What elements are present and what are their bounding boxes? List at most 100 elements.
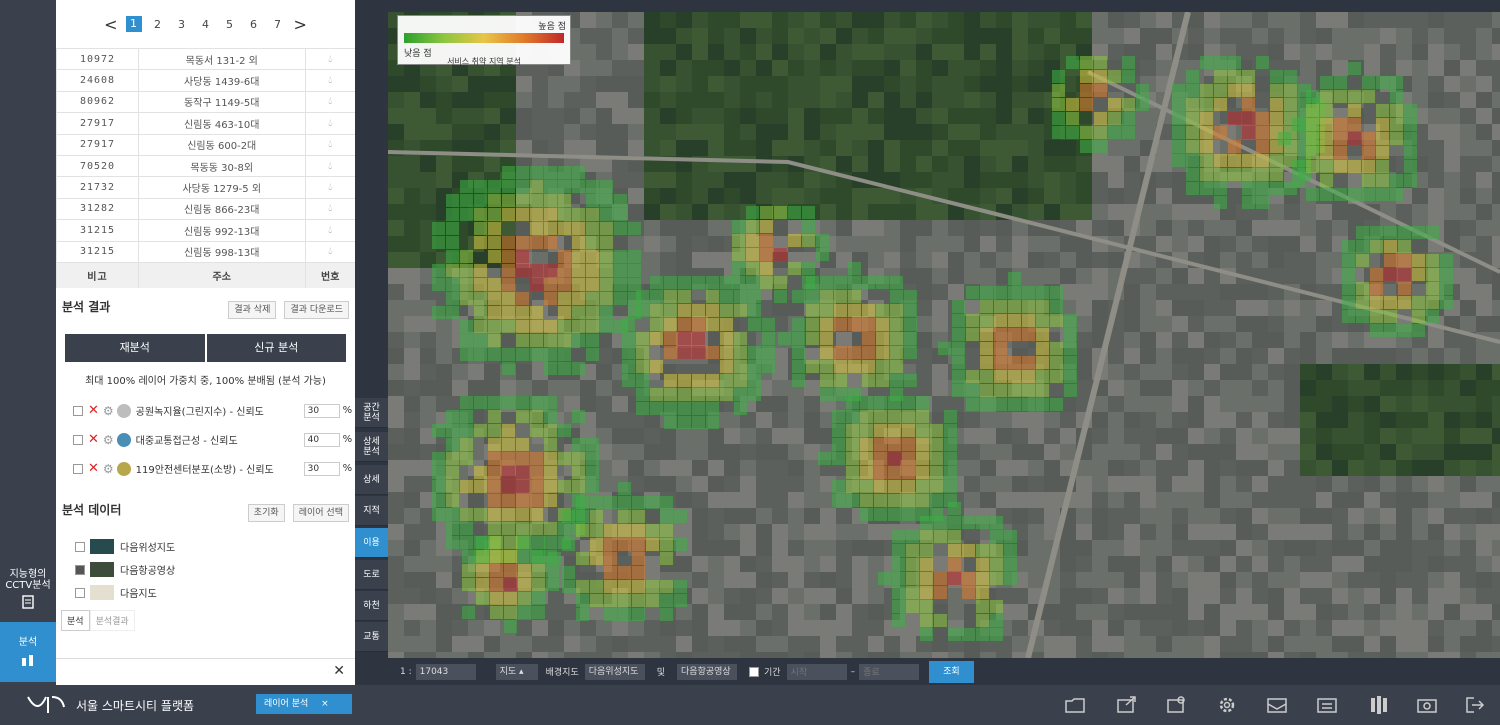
status-tab-close-icon[interactable]: × xyxy=(321,699,329,709)
image-export-icon[interactable] xyxy=(1166,695,1188,715)
map-layer-icon[interactable] xyxy=(1316,695,1338,715)
table-row[interactable]: 31282 신림동 866-23대 💧︎ xyxy=(56,197,355,220)
close-icon[interactable]: ✕ xyxy=(333,663,345,679)
table-row[interactable]: 10972 목동서 131-2 외 💧︎ xyxy=(56,47,355,70)
water-drop-icon[interactable]: 💧︎ xyxy=(304,240,355,263)
table-row[interactable]: 27917 신림동 600-2대 💧︎ xyxy=(56,133,355,156)
tab-analysis-result[interactable]: 분석결과 xyxy=(89,610,135,632)
basemap-checkbox[interactable] xyxy=(75,541,85,552)
basemap-checkbox[interactable] xyxy=(75,587,85,598)
row-address: 목동동 30-8외 xyxy=(138,154,305,177)
date-to-input[interactable] xyxy=(859,663,920,680)
layer-select-button[interactable]: 레이어 선택 xyxy=(292,503,349,522)
page-4[interactable]: 4 xyxy=(198,18,214,31)
vertical-tab[interactable]: 상세 xyxy=(355,465,388,495)
page-1[interactable]: 1 xyxy=(125,16,142,32)
row-id: 70520 xyxy=(56,154,139,177)
mail-icon[interactable] xyxy=(1266,695,1288,715)
rail-cctv-button[interactable]: 지능형의 CCTV분석 xyxy=(0,560,56,618)
delete-icon[interactable]: ✕ xyxy=(88,432,99,447)
export-icon[interactable] xyxy=(1116,695,1138,715)
pagination: < 1 2 3 4 5 6 7 > xyxy=(56,0,355,48)
water-drop-icon[interactable]: 💧︎ xyxy=(304,69,355,92)
gear-icon[interactable]: ⚙ xyxy=(103,433,114,447)
table-row[interactable]: 31215 신림동 992-13대 💧︎ xyxy=(56,219,355,242)
basemap-row[interactable]: 다음항공영상 xyxy=(56,558,355,581)
new-analysis-button[interactable]: 신규 분석 xyxy=(206,334,346,363)
gear-icon[interactable] xyxy=(1216,695,1238,715)
vertical-tab[interactable]: 교통 xyxy=(355,622,388,652)
page-2[interactable]: 2 xyxy=(150,18,166,31)
table-row[interactable]: 27917 신림동 463-10대 💧︎ xyxy=(56,112,355,135)
gear-icon[interactable]: ⚙ xyxy=(103,404,114,418)
page-7[interactable]: 7 xyxy=(270,18,286,31)
logout-icon[interactable] xyxy=(1464,695,1486,715)
weight-input[interactable]: 30 xyxy=(303,403,340,418)
water-drop-icon[interactable]: 💧︎ xyxy=(304,154,355,177)
layer-checkbox[interactable] xyxy=(73,405,83,416)
basemap-select[interactable]: 다음위성지도 ▴ xyxy=(584,663,645,693)
heatmap-legend: 높음 점 낮음 점 서비스 취약 지역 분석 xyxy=(397,15,571,66)
chart-icon xyxy=(22,654,33,666)
basemap-label: 배경지도 xyxy=(545,668,579,678)
vertical-tab[interactable]: 공간 분석 xyxy=(355,398,388,428)
date-checkbox[interactable] xyxy=(749,666,760,677)
legend-caption: 서비스 취약 지역 분석 xyxy=(447,57,521,66)
date-from-input[interactable] xyxy=(786,663,847,680)
status-tab[interactable]: 레이어 분석 × xyxy=(256,694,352,714)
basemap-thumbnail xyxy=(90,562,114,578)
next-page-button[interactable]: > xyxy=(294,15,307,34)
reanalyze-button[interactable]: 재분석 xyxy=(65,334,205,363)
vertical-tab[interactable]: 도로 xyxy=(355,560,388,590)
water-drop-icon[interactable]: 💧︎ xyxy=(304,112,355,135)
water-drop-icon[interactable]: 💧︎ xyxy=(304,219,355,242)
reset-button[interactable]: 초기화 xyxy=(247,503,285,522)
gear-icon[interactable]: ⚙ xyxy=(103,462,114,476)
vertical-tab[interactable]: 상세 분석 xyxy=(355,432,388,462)
layer-checkbox[interactable] xyxy=(73,463,83,474)
basemap-row[interactable]: 다음지도 xyxy=(56,581,355,604)
analysis-panel: < 1 2 3 4 5 6 7 > 10972 목동서 131-2 외 💧︎ 2460… xyxy=(56,0,355,658)
overlay-select[interactable]: 다음항공영상 ▴ xyxy=(677,663,738,693)
row-id: 31215 xyxy=(56,240,139,263)
map-view[interactable]: 높음 점 낮음 점 서비스 취약 지역 분석 xyxy=(388,12,1500,658)
page-5[interactable]: 5 xyxy=(222,18,238,31)
rail-cctv-label: 지능형의 CCTV분석 xyxy=(5,569,51,591)
download-result-button[interactable]: 결과 다운로드 xyxy=(284,300,349,319)
delete-icon[interactable]: ✕ xyxy=(88,403,99,418)
table-row[interactable]: 21732 사당동 1279-5 외 💧︎ xyxy=(56,176,355,199)
vertical-tab[interactable]: 이용 xyxy=(355,528,388,558)
delete-icon[interactable]: ✕ xyxy=(88,461,99,476)
basemap-thumbnail xyxy=(90,585,114,601)
water-drop-icon[interactable]: 💧︎ xyxy=(304,176,355,199)
water-drop-icon[interactable]: 💧︎ xyxy=(304,197,355,220)
logo-icon xyxy=(27,696,65,713)
satellite-heatmap[interactable] xyxy=(388,12,1500,658)
table-row[interactable]: 24608 사당동 1439-6대 💧︎ xyxy=(56,69,355,92)
basemap-checkbox[interactable] xyxy=(75,564,85,575)
table-row[interactable]: 80962 동작구 1149-5대 💧︎ xyxy=(56,90,355,113)
rail-analysis-button[interactable]: 분석 xyxy=(0,622,56,682)
vertical-tab[interactable]: 지적 xyxy=(355,496,388,526)
columns-icon[interactable] xyxy=(1368,695,1390,715)
water-drop-icon[interactable]: 💧︎ xyxy=(304,90,355,113)
weight-input[interactable]: 40 xyxy=(303,432,340,447)
weight-input[interactable]: 30 xyxy=(303,461,340,476)
page-6[interactable]: 6 xyxy=(246,18,262,31)
camera-icon[interactable] xyxy=(1416,695,1438,715)
water-drop-icon[interactable]: 💧︎ xyxy=(304,133,355,156)
search-button[interactable]: 조회 xyxy=(929,660,974,683)
layer-checkbox[interactable] xyxy=(73,434,83,445)
page-3[interactable]: 3 xyxy=(174,18,190,31)
basemap-row[interactable]: 다음위성지도 xyxy=(56,535,355,558)
folder-icon[interactable] xyxy=(1064,695,1086,715)
table-row[interactable]: 70520 목동동 30-8외 💧︎ xyxy=(56,154,355,177)
clear-result-button[interactable]: 결과 삭제 xyxy=(228,300,277,319)
water-drop-icon[interactable]: 💧︎ xyxy=(304,47,355,70)
map-type-select[interactable]: 지도 ▴ xyxy=(495,663,538,680)
prev-page-button[interactable]: < xyxy=(104,15,117,34)
tab-analysis[interactable]: 분석 xyxy=(61,610,90,632)
vertical-tab[interactable]: 하천 xyxy=(355,591,388,621)
table-row[interactable]: 31215 신림동 998-13대 💧︎ xyxy=(56,240,355,263)
scale-input[interactable]: 17043 xyxy=(415,663,476,680)
